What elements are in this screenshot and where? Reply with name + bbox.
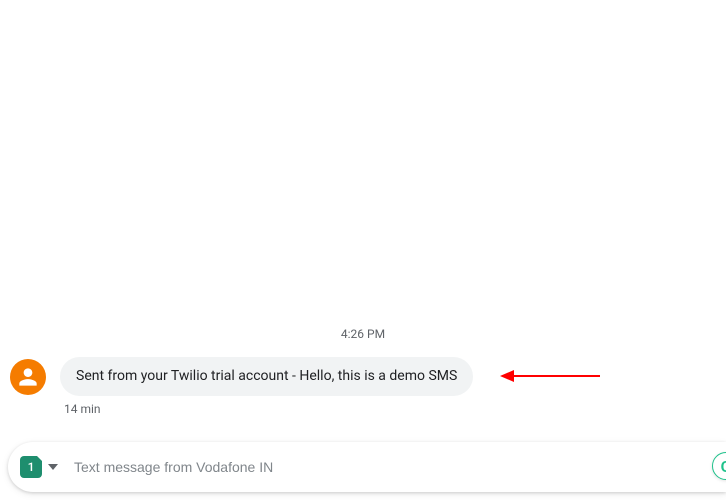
annotation-arrow xyxy=(500,369,600,383)
message-timestamp: 4:26 PM xyxy=(341,327,385,341)
chevron-down-icon xyxy=(48,464,58,470)
arrow-left-icon xyxy=(500,369,600,383)
grammarly-glyph: G xyxy=(721,457,726,476)
message-row: Sent from your Twilio trial account - He… xyxy=(10,357,716,416)
sim-selector-badge[interactable]: 1 xyxy=(20,456,42,478)
message-input[interactable] xyxy=(74,459,718,475)
message-age: 14 min xyxy=(64,402,473,416)
sim-selector-caret[interactable] xyxy=(48,464,58,470)
sender-avatar[interactable] xyxy=(10,359,46,395)
message-bubble[interactable]: Sent from your Twilio trial account - He… xyxy=(60,357,473,396)
timestamp-row: 4:26 PM xyxy=(10,327,716,341)
message-bubble-container: Sent from your Twilio trial account - He… xyxy=(60,357,473,416)
person-icon xyxy=(15,364,41,390)
compose-bar: 1 xyxy=(8,442,726,492)
chat-area: 4:26 PM Sent from your Twilio trial acco… xyxy=(0,0,726,430)
